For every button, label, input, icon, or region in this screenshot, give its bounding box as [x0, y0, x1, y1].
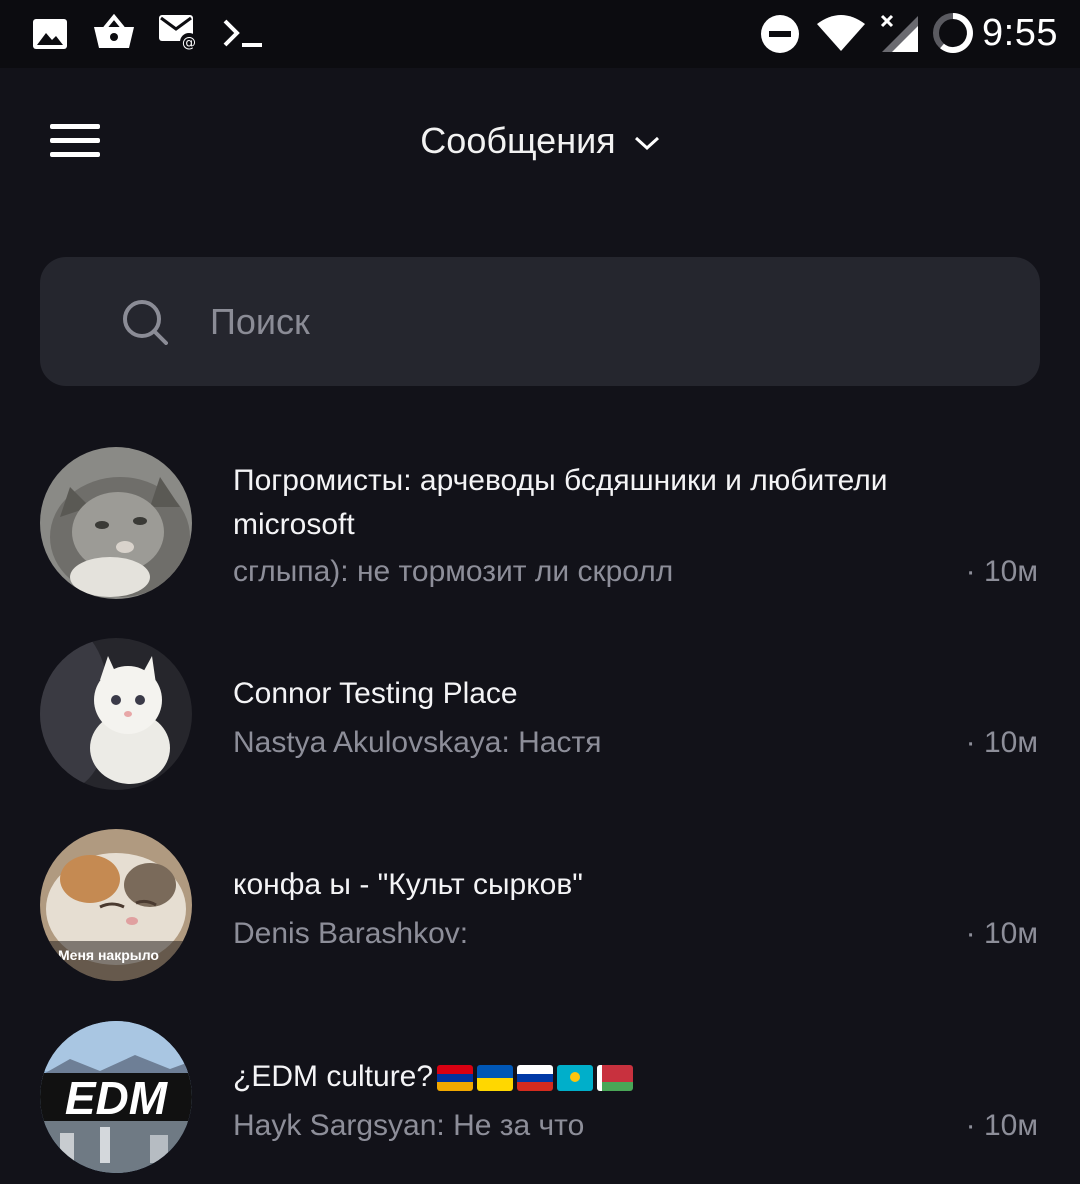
search-input[interactable] — [210, 297, 970, 347]
search-icon — [123, 300, 168, 345]
belarus-flag-icon — [597, 1065, 634, 1092]
chevron-down-icon — [634, 137, 659, 151]
image-icon — [33, 19, 67, 49]
wifi-icon — [817, 15, 865, 51]
chat-last-message: Nastya Akulovskaya: Настя — [233, 726, 602, 759]
russia-flag-icon — [517, 1065, 554, 1092]
email-icon: @ — [159, 15, 198, 51]
page-title: Сообщения — [420, 120, 616, 161]
chat-title: Погромисты: арчеводы бсдяшники и любител… — [233, 464, 888, 541]
chat-last-message: сглыпа): не тормозит ли скролл — [233, 555, 674, 588]
chat-list-item[interactable]: Погромисты: арчеводы бсдяшники и любител… — [0, 447, 1080, 599]
chat-avatar — [40, 638, 192, 790]
chat-list-item[interactable]: EDM ¿EDM culture? Hayk Sargsyan: Не за ч… — [0, 1021, 1080, 1173]
armenia-flag-icon — [437, 1065, 474, 1092]
chat-time: · 10м — [965, 917, 1038, 950]
chat-title-text: ¿EDM culture? — [233, 1060, 434, 1093]
status-time: 9:55 — [982, 12, 1058, 54]
chat-title: ¿EDM culture? — [233, 1055, 993, 1099]
svg-text:@: @ — [182, 35, 196, 51]
app-bar: Сообщения — [0, 68, 1080, 218]
search-bar[interactable] — [40, 257, 1040, 386]
avatar-label: EDM — [64, 1072, 168, 1124]
chat-time: · 10м — [965, 726, 1038, 759]
basket-icon — [94, 14, 134, 48]
chat-last-message: Hayk Sargsyan: Не за что — [233, 1109, 585, 1142]
chat-avatar: EDM — [40, 1021, 192, 1173]
battery-icon — [933, 13, 973, 53]
chat-avatar — [40, 447, 192, 599]
do-not-disturb-icon — [761, 15, 799, 53]
chat-time: · 10м — [965, 1109, 1038, 1142]
ukraine-flag-icon — [477, 1065, 514, 1092]
chat-list-item[interactable]: Меня накрыло конфа ы - "Культ сырков" De… — [0, 829, 1080, 981]
avatar-caption: Меня накрыло — [58, 947, 159, 963]
chat-title: Connor Testing Place — [233, 677, 518, 710]
status-bar: @ 9:55 — [0, 0, 1080, 68]
section-title-dropdown[interactable]: Сообщения — [0, 120, 1080, 162]
kazakhstan-flag-icon — [557, 1065, 594, 1092]
terminal-icon — [223, 19, 262, 47]
chat-time: · 10м — [965, 555, 1038, 588]
chat-title: конфа ы - "Культ сырков" — [233, 868, 583, 901]
chat-list-item[interactable]: Connor Testing Place Nastya Akulovskaya:… — [0, 638, 1080, 790]
chat-avatar: Меня накрыло — [40, 829, 192, 981]
signal-icon — [880, 14, 918, 52]
chat-last-message: Denis Barashkov: — [233, 917, 469, 950]
